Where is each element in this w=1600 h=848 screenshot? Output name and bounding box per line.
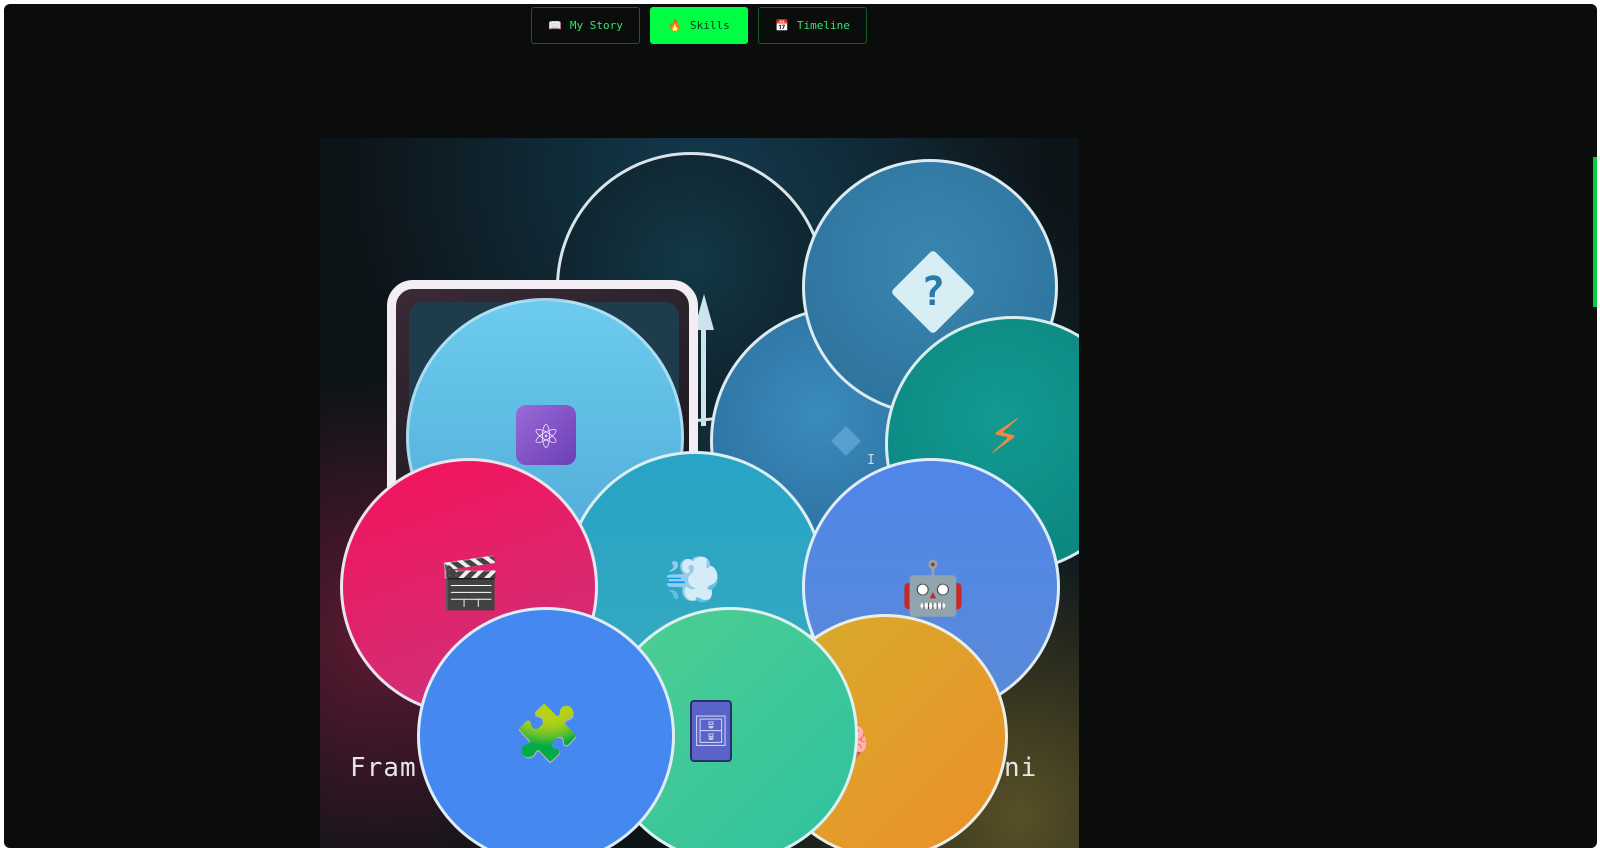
scrollbar-thumb[interactable] — [1593, 157, 1597, 307]
cloud-puff-icon: 💨 — [664, 551, 722, 606]
calendar-icon: 📅 — [775, 19, 789, 32]
question-diamond-icon: ? — [920, 269, 946, 315]
tab-label: Skills — [689, 19, 730, 32]
tab-timeline[interactable]: 📅 Timeline — [758, 7, 867, 44]
small-glyph: I — [867, 452, 875, 468]
top-nav: 📖 My Story 🔥 Skills 📅 Timeline — [531, 7, 867, 44]
atom-icon: ⚛ — [516, 405, 576, 465]
arrow-shaft — [701, 326, 706, 426]
file-cabinet-icon: 🗄 — [690, 700, 732, 762]
app-window: 📖 My Story 🔥 Skills 📅 Timeline Fram emin… — [4, 4, 1597, 848]
flame-icon: 🔥 — [668, 19, 682, 32]
tab-my-story[interactable]: 📖 My Story — [531, 7, 640, 44]
puzzle-piece-icon: 🧩 — [514, 702, 582, 765]
clapperboard-icon: 🎬 — [438, 553, 502, 612]
tab-skills[interactable]: 🔥 Skills — [650, 7, 748, 44]
skills-stage: Fram emini I ◆ I ? ⚛ ⚡ 💨 — [320, 138, 1079, 848]
skill-bubble-puzzle[interactable]: 🧩 — [417, 607, 675, 848]
lightning-icon: ⚡ — [988, 402, 1022, 466]
tab-label: Timeline — [796, 19, 850, 32]
tab-label: My Story — [569, 19, 623, 32]
robot-icon: 🤖 — [900, 558, 966, 619]
skill-label-left: Fram — [350, 753, 417, 783]
book-icon: 📖 — [548, 19, 562, 32]
